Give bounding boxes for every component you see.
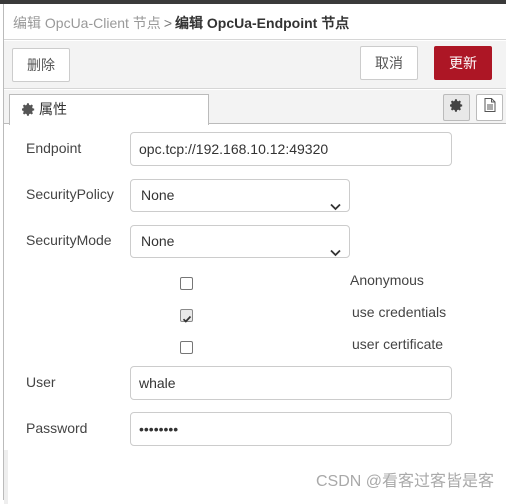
tab-properties[interactable]: 属性 xyxy=(9,94,209,125)
user-certificate-label: user certificate xyxy=(352,336,444,352)
anonymous-checkbox[interactable] xyxy=(180,277,193,290)
security-policy-value: None xyxy=(141,187,175,203)
use-credentials-checkbox[interactable] xyxy=(180,309,193,323)
document-icon xyxy=(484,98,496,117)
security-mode-label: SecurityMode xyxy=(26,232,112,248)
watermark: CSDN @看客过客皆是客 xyxy=(315,473,494,490)
dialog-header: 编辑 OpcUa-Client 节点 > 编辑 OpcUa-Endpoint 节点 xyxy=(4,4,506,40)
cancel-button[interactable]: 取消 xyxy=(360,46,418,80)
gear-icon xyxy=(21,97,35,125)
password-input[interactable]: •••••••• xyxy=(130,412,452,446)
tab-properties-label: 属性 xyxy=(39,101,67,117)
breadcrumb-separator: > xyxy=(163,15,172,31)
chevron-down-icon xyxy=(330,191,341,222)
user-input[interactable]: whale xyxy=(130,366,452,400)
endpoint-label: Endpoint xyxy=(26,140,82,156)
checkmark-icon xyxy=(182,311,192,329)
use-credentials-label: use credentials xyxy=(352,304,447,320)
settings-tab-button[interactable] xyxy=(443,94,470,121)
security-policy-label: SecurityPolicy xyxy=(26,186,114,202)
password-label: Password xyxy=(26,420,88,436)
breadcrumb-current: 编辑 OpcUa-Endpoint 节点 xyxy=(175,15,350,31)
description-tab-button[interactable] xyxy=(476,94,503,121)
breadcrumb: 编辑 OpcUa-Client 节点 > 编辑 OpcUa-Endpoint 节点 xyxy=(13,13,349,33)
delete-button[interactable]: 删除 xyxy=(12,48,70,82)
security-policy-select[interactable]: None xyxy=(130,179,350,212)
edit-dialog: 编辑 OpcUa-Client 节点 > 编辑 OpcUa-Endpoint 节点 … xyxy=(3,4,506,504)
breadcrumb-previous[interactable]: 编辑 OpcUa-Client 节点 xyxy=(13,15,161,31)
security-mode-value: None xyxy=(141,233,175,249)
endpoint-input[interactable]: opc.tcp://192.168.10.12:49320 xyxy=(130,132,452,166)
anonymous-label: Anonymous xyxy=(350,272,424,288)
panel-resize-handle[interactable] xyxy=(4,450,8,504)
update-button[interactable]: 更新 xyxy=(434,46,492,80)
chevron-down-icon xyxy=(330,237,341,268)
user-certificate-checkbox[interactable] xyxy=(180,341,193,354)
tab-bar: 属性 xyxy=(4,90,506,125)
security-mode-select[interactable]: None xyxy=(130,225,350,258)
user-label: User xyxy=(26,374,56,390)
dialog-toolbar: 删除 取消 更新 xyxy=(4,41,506,89)
settings-icon xyxy=(449,98,463,117)
